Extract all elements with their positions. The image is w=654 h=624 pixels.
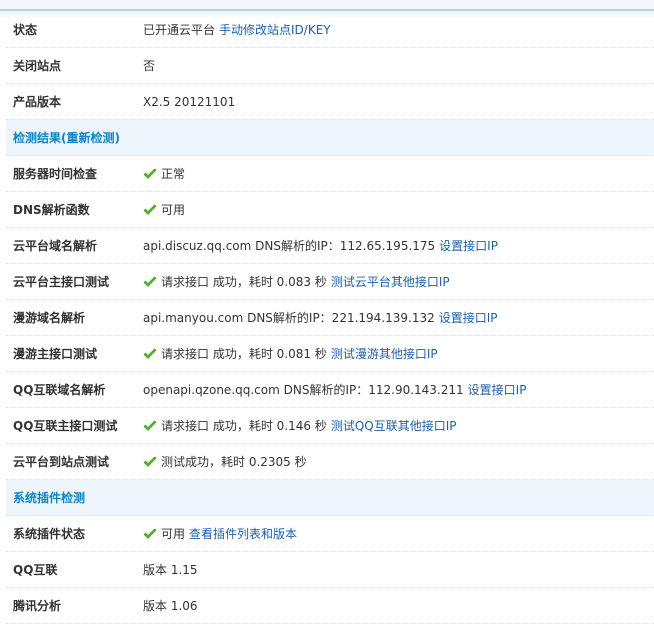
check-icon xyxy=(143,348,157,360)
row-value: openapi.qzone.qq.com DNS解析的IP：112.90.143… xyxy=(143,381,530,398)
value-text: 可用 xyxy=(161,527,186,541)
value-text: 版本 1.06 xyxy=(143,599,198,613)
table-row: 服务器时间检查 正常 xyxy=(6,156,654,192)
section-header: 检测结果(重新检测) xyxy=(6,120,654,156)
row-value: 请求接口 成功，耗时 0.083 秒测试云平台其他接口IP xyxy=(143,273,454,290)
row-value: 可用 xyxy=(143,201,189,218)
table-row: 漫游主接口测试 请求接口 成功，耗时 0.081 秒测试漫游其他接口IP xyxy=(6,336,654,372)
value-text: 请求接口 成功，耗时 0.083 秒 xyxy=(161,275,327,289)
row-value: api.manyou.com DNS解析的IP：221.194.139.132 设… xyxy=(143,309,502,326)
value-text: 请求接口 成功，耗时 0.146 秒 xyxy=(161,419,327,433)
check-icon xyxy=(143,528,157,540)
row-label: QQ互联 xyxy=(13,563,58,577)
row-label: 云平台到站点测试 xyxy=(13,455,110,469)
value-text: 已开通云平台 xyxy=(143,23,216,37)
row-label: QQ互联域名解析 xyxy=(13,383,106,397)
row-label: 云平台域名解析 xyxy=(13,239,98,253)
action-link[interactable]: 设置接口IP xyxy=(439,237,498,254)
table-row: 云平台到站点测试 测试成功，耗时 0.2305 秒 xyxy=(6,444,654,480)
row-value: 版本 1.06 xyxy=(143,597,202,614)
row-label: 云平台主接口测试 xyxy=(13,275,110,289)
section-title[interactable]: 检测结果(重新检测) xyxy=(13,129,120,146)
table-row: QQ互联 版本 1.15 xyxy=(6,552,654,588)
table-row: 云平台域名解析 api.discuz.qq.com DNS解析的IP：112.65… xyxy=(6,228,654,264)
row-value: X2.5 20121101 xyxy=(143,95,239,109)
row-label: 腾讯分析 xyxy=(13,599,62,613)
top-header-band xyxy=(0,0,654,19)
value-text: api.manyou.com DNS解析的IP：221.194.139.132 xyxy=(143,311,435,325)
action-link[interactable]: 测试QQ互联其他接口IP xyxy=(331,417,457,434)
section-header: 系统插件检测 xyxy=(6,480,654,516)
row-label: 产品版本 xyxy=(13,95,62,109)
row-value: 请求接口 成功，耗时 0.146 秒测试QQ互联其他接口IP xyxy=(143,417,460,434)
table-row: 腾讯分析 版本 1.06 xyxy=(6,588,654,624)
row-label: 漫游主接口测试 xyxy=(13,347,98,361)
row-value: 正常 xyxy=(143,165,189,182)
table-row: 产品版本 X2.5 20121101 xyxy=(6,84,654,120)
action-link[interactable]: 测试漫游其他接口IP xyxy=(331,345,438,362)
value-text: api.discuz.qq.com DNS解析的IP：112.65.195.17… xyxy=(143,239,436,253)
row-value: 请求接口 成功，耗时 0.081 秒测试漫游其他接口IP xyxy=(143,345,442,362)
row-value: 已开通云平台 手动修改站点ID/KEY xyxy=(143,21,335,38)
check-icon xyxy=(143,276,157,288)
row-label: QQ互联主接口测试 xyxy=(13,419,118,433)
check-icon xyxy=(143,420,157,432)
check-icon xyxy=(143,456,157,468)
action-link[interactable]: 设置接口IP xyxy=(439,309,498,326)
check-icon xyxy=(143,204,157,216)
table-row: QQ互联域名解析 openapi.qzone.qq.com DNS解析的IP：11… xyxy=(6,372,654,408)
row-label: 状态 xyxy=(13,23,38,37)
row-value: 版本 1.15 xyxy=(143,561,202,578)
table-row: DNS解析函数 可用 xyxy=(6,192,654,228)
row-label: 关闭站点 xyxy=(13,59,62,73)
action-link[interactable]: 手动修改站点ID/KEY xyxy=(219,21,331,38)
value-text: 正常 xyxy=(161,167,186,181)
row-value: 测试成功，耗时 0.2305 秒 xyxy=(143,453,311,470)
value-text: 版本 1.15 xyxy=(143,563,198,577)
table-row: 关闭站点 否 xyxy=(6,48,654,84)
action-link[interactable]: 测试云平台其他接口IP xyxy=(331,273,450,290)
check-icon xyxy=(143,168,157,180)
row-label: DNS解析函数 xyxy=(13,203,90,217)
value-text: 测试成功，耗时 0.2305 秒 xyxy=(161,455,307,469)
value-text: openapi.qzone.qq.com DNS解析的IP：112.90.143… xyxy=(143,383,464,397)
table-row: 系统插件状态 可用 查看插件列表和版本 xyxy=(6,516,654,552)
value-text: 请求接口 成功，耗时 0.081 秒 xyxy=(161,347,327,361)
row-label: 服务器时间检查 xyxy=(13,167,98,181)
action-link[interactable]: 设置接口IP xyxy=(468,381,527,398)
row-label: 系统插件状态 xyxy=(13,527,86,541)
action-link[interactable]: 查看插件列表和版本 xyxy=(189,525,297,542)
cloud-diagnostics-table: 状态 已开通云平台 手动修改站点ID/KEY 关闭站点 否产品版本 X2.5 201211… xyxy=(6,12,654,624)
table-row: QQ互联主接口测试 请求接口 成功，耗时 0.146 秒测试QQ互联其他接口IP xyxy=(6,408,654,444)
value-text: X2.5 20121101 xyxy=(143,94,236,109)
row-label: 漫游域名解析 xyxy=(13,311,86,325)
value-text: 否 xyxy=(143,59,156,73)
section-title[interactable]: 系统插件检测 xyxy=(13,489,85,506)
value-text: 可用 xyxy=(161,203,186,217)
table-row: 状态 已开通云平台 手动修改站点ID/KEY xyxy=(6,12,654,48)
row-value: 否 xyxy=(143,57,159,74)
table-row: 漫游域名解析 api.manyou.com DNS解析的IP：221.194.13… xyxy=(6,300,654,336)
table-row: 云平台主接口测试 请求接口 成功，耗时 0.083 秒测试云平台其他接口IP xyxy=(6,264,654,300)
row-value: api.discuz.qq.com DNS解析的IP：112.65.195.17… xyxy=(143,237,502,254)
row-value: 可用 查看插件列表和版本 xyxy=(143,525,301,542)
